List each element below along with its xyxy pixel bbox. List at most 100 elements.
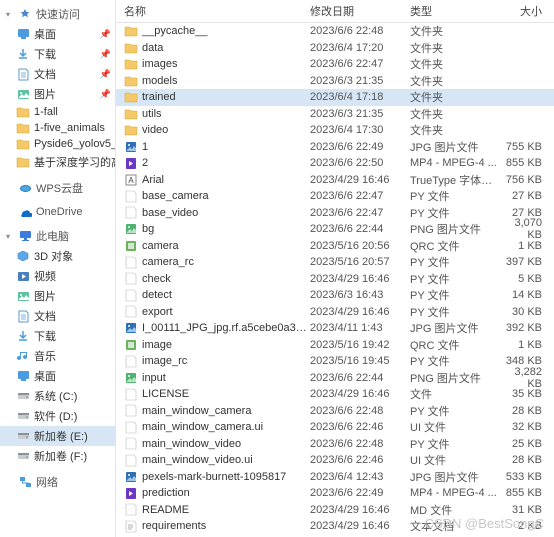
file-row[interactable]: prediction2023/6/6 22:49MP4 - MPEG-4 ...… [116,485,554,502]
file-row[interactable]: input2023/6/6 22:44PNG 图片文件3,282 KB [116,370,554,387]
sidebar-group-header[interactable]: WPS云盘 [0,178,115,198]
sidebar-item-label: 1-fall [34,106,58,118]
sidebar-item[interactable]: 图片📌 [0,84,115,104]
sidebar-item[interactable]: 1-five_animals [0,120,115,136]
column-headers[interactable]: 名称 修改日期 类型 大小 [116,0,554,23]
file-name: camera [142,240,310,252]
sidebar-item[interactable]: 图片 [0,286,115,306]
file-row[interactable]: main_window_camera.ui2023/6/6 22:46UI 文件… [116,419,554,436]
file-type: MP4 - MPEG-4 ... [410,487,500,499]
file-size: 392 KB [500,322,554,334]
file-row[interactable]: AArial2023/4/29 16:46TrueType 字体文件756 KB [116,172,554,189]
sidebar-group-header[interactable]: ▾快速访问 [0,4,115,24]
file-row[interactable]: video2023/6/4 17:30文件夹 [116,122,554,139]
sidebar-item[interactable]: 基于深度学习的高精 [0,152,115,172]
file-type: UI 文件 [410,452,500,468]
sidebar-item[interactable]: 新加卷 (F:) [0,446,115,466]
mp4-icon [124,487,138,500]
file-date: 2023/6/6 22:48 [310,25,410,37]
file-date: 2023/6/6 22:44 [310,223,410,235]
sidebar-item[interactable]: 文档 [0,306,115,326]
sidebar-item[interactable]: 1-fall [0,104,115,120]
col-name[interactable]: 名称 [124,3,310,19]
svg-text:A: A [128,176,134,185]
file-name: main_window_video.ui [142,454,310,466]
file-row[interactable]: README2023/4/29 16:46MD 文件31 KB [116,502,554,519]
sidebar-item-label: 下载 [34,328,56,344]
file-size: 14 KB [500,289,554,301]
file-row[interactable]: base_video2023/6/6 22:47PY 文件27 KB [116,205,554,222]
py-icon [124,206,138,219]
py-icon [124,272,138,285]
file-name: main_window_video [142,438,310,450]
sidebar-item[interactable]: 系统 (C:) [0,386,115,406]
sidebar-item[interactable]: 桌面📌 [0,24,115,44]
file-row[interactable]: check2023/4/29 16:46PY 文件5 KB [116,271,554,288]
sidebar-item[interactable]: 3D 对象 [0,246,115,266]
col-size[interactable]: 大小 [500,3,554,19]
file-date: 2023/6/6 22:46 [310,454,410,466]
file-row[interactable]: data2023/6/4 17:20文件夹 [116,40,554,57]
file-row[interactable]: image_rc2023/5/16 19:45PY 文件348 KB [116,353,554,370]
sidebar-item[interactable]: 视频 [0,266,115,286]
folder-icon [124,75,138,87]
file-type: 文件夹 [410,56,500,72]
file-row[interactable]: bg2023/6/6 22:44PNG 图片文件3,070 KB [116,221,554,238]
sidebar-group-header[interactable]: 网络 [0,472,115,492]
file-date: 2023/6/4 12:43 [310,471,410,483]
sidebar-item[interactable]: 软件 (D:) [0,406,115,426]
file-row[interactable]: pexels-mark-burnett-10958172023/6/4 12:4… [116,469,554,486]
file-date: 2023/5/16 19:45 [310,355,410,367]
sidebar-item[interactable]: 音乐 [0,346,115,366]
sidebar-item[interactable]: 新加卷 (E:) [0,426,115,446]
sidebar-item[interactable]: Pyside6_yolov5_12 [0,136,115,152]
sidebar-group-header[interactable]: ▾此电脑 [0,226,115,246]
file-type: 文件夹 [410,73,500,89]
file-date: 2023/6/4 17:18 [310,91,410,103]
file-row[interactable]: main_window_video.ui2023/6/6 22:46UI 文件2… [116,452,554,469]
file-row[interactable]: LICENSE2023/4/29 16:46文件35 KB [116,386,554,403]
sidebar-nav[interactable]: ▾快速访问桌面📌下载📌文档📌图片📌 1-fall 1-five_animalsPys… [0,0,116,537]
file-row[interactable]: 22023/6/6 22:50MP4 - MPEG-4 ...855 KB [116,155,554,172]
file-row[interactable]: image2023/5/16 19:42QRC 文件1 KB [116,337,554,354]
file-row[interactable]: camera_rc2023/5/16 20:57PY 文件397 KB [116,254,554,271]
file-row[interactable]: base_camera2023/6/6 22:47PY 文件27 KB [116,188,554,205]
toggle-icon: ▾ [6,10,16,19]
file-size: 1 KB [500,240,554,252]
file-date: 2023/6/4 17:20 [310,42,410,54]
file-row[interactable]: export2023/4/29 16:46PY 文件30 KB [116,304,554,321]
file-row[interactable]: utils2023/6/3 21:35文件夹 [116,106,554,123]
file-row[interactable]: __pycache__2023/6/6 22:48文件夹 [116,23,554,40]
sidebar-item[interactable]: 文档📌 [0,64,115,84]
file-date: 2023/4/11 1:43 [310,322,410,334]
sidebar-item[interactable]: 下载 [0,326,115,346]
py-icon [124,437,138,450]
file-name: image [142,339,310,351]
file-row[interactable]: models2023/6/3 21:35文件夹 [116,73,554,90]
file-row[interactable]: main_window_video2023/6/6 22:48PY 文件25 K… [116,436,554,453]
sidebar-group-header[interactable]: OneDrive [0,204,115,220]
file-size: 533 KB [500,471,554,483]
file-row[interactable]: images2023/6/6 22:47文件夹 [116,56,554,73]
picture-icon [16,291,30,302]
file-list[interactable]: __pycache__2023/6/6 22:48文件夹data2023/6/4… [116,23,554,537]
col-date[interactable]: 修改日期 [310,3,410,19]
sidebar-item[interactable]: 桌面 [0,366,115,386]
file-date: 2023/6/6 22:49 [310,487,410,499]
file-type: PY 文件 [410,254,500,270]
png-icon [124,223,138,235]
file-row[interactable]: 12023/6/6 22:49JPG 图片文件755 KB [116,139,554,156]
file-date: 2023/6/6 22:46 [310,421,410,433]
file-date: 2023/5/16 19:42 [310,339,410,351]
col-type[interactable]: 类型 [410,3,500,19]
jpg-icon [124,322,138,334]
file-row[interactable]: detect2023/6/3 16:43PY 文件14 KB [116,287,554,304]
sidebar-item[interactable]: 下载📌 [0,44,115,64]
file-row[interactable]: requirements2023/4/29 16:46文本文档2 KB [116,518,554,535]
file-row[interactable]: main_window_camera2023/6/6 22:48PY 文件28 … [116,403,554,420]
file-row[interactable]: camera2023/5/16 20:56QRC 文件1 KB [116,238,554,255]
file-date: 2023/6/6 22:44 [310,372,410,384]
sidebar-item-label: 下载 [34,46,56,62]
file-row[interactable]: trained2023/6/4 17:18文件夹 [116,89,554,106]
file-row[interactable]: I_00111_JPG_jpg.rf.a5cebe0a31d0bb...2023… [116,320,554,337]
